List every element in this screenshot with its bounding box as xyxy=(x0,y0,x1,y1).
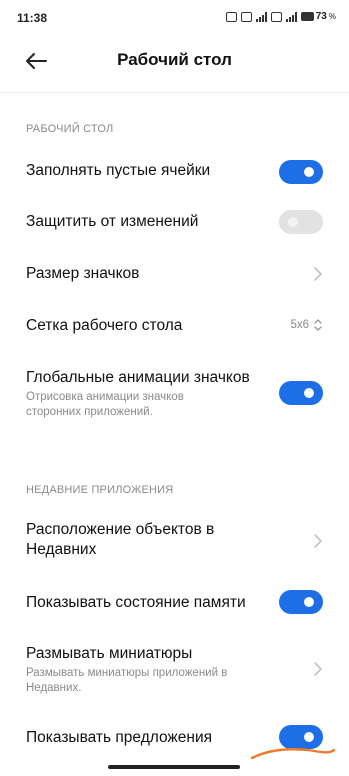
setting-show-memory[interactable]: Показывать состояние памяти xyxy=(0,580,349,626)
setting-title: Глобальные анимации значков xyxy=(26,369,250,386)
grid-select[interactable]: 5x6 xyxy=(290,318,323,332)
show-memory-toggle[interactable] xyxy=(279,590,323,614)
home-indicator[interactable] xyxy=(108,765,240,769)
section-label-desktop: РАБОЧИЙ СТОЛ xyxy=(26,123,114,135)
setting-title: Сетка рабочего стола xyxy=(26,317,183,334)
setting-title: Размер значков xyxy=(26,265,140,282)
setting-subtitle-line1: Размывать миниатюры приложений в xyxy=(26,667,228,679)
setting-title: Показывать состояние памяти xyxy=(26,594,246,611)
chevron-right-icon xyxy=(314,267,322,281)
global-animations-toggle[interactable] xyxy=(279,381,323,405)
toggle-knob xyxy=(304,732,314,742)
sim-icon xyxy=(270,11,282,22)
toggle-knob xyxy=(288,217,298,227)
notification-icon xyxy=(225,11,237,22)
fill-empty-cells-toggle[interactable] xyxy=(279,160,323,184)
battery-percent: 73 xyxy=(315,11,327,22)
status-bar: 11:38 73% xyxy=(0,0,349,34)
setting-title: Заполнять пустые ячейки xyxy=(26,162,211,179)
grid-value: 5x6 xyxy=(290,319,309,331)
chevron-right-icon xyxy=(314,662,322,676)
toggle-knob xyxy=(304,597,314,607)
setting-protect-changes[interactable]: Защитить от изменений xyxy=(0,200,349,246)
chevron-right-icon xyxy=(314,534,322,548)
up-down-chevron-icon xyxy=(314,319,322,331)
setting-title: Показывать предложения xyxy=(26,729,212,746)
battery-indicator: 73% xyxy=(300,11,336,22)
battery-unit: % xyxy=(328,12,336,21)
setting-recents-layout[interactable]: Расположение объектов в Недавних xyxy=(0,515,349,567)
setting-subtitle-line1: Отрисовка анимации значков xyxy=(26,391,184,403)
app-header: Рабочий стол xyxy=(0,34,349,90)
setting-subtitle-line2: Недавних. xyxy=(26,682,82,694)
annotation-scribble xyxy=(250,748,336,760)
setting-global-icon-animations[interactable]: Глобальные анимации значков Отрисовка ан… xyxy=(0,362,349,426)
section-label-recents: НЕДАВНИЕ ПРИЛОЖЕНИЯ xyxy=(26,484,174,496)
battery-icon xyxy=(300,12,314,21)
status-icons: 73% xyxy=(225,11,336,22)
setting-icon-size[interactable]: Размер значков xyxy=(0,252,349,298)
header-divider xyxy=(0,92,349,93)
signal-4g-icon xyxy=(285,11,297,22)
status-time: 11:38 xyxy=(17,11,48,25)
page-title: Рабочий стол xyxy=(117,50,232,69)
setting-subtitle-line2: сторонних приложений. xyxy=(26,406,153,418)
setting-desktop-grid[interactable]: Сетка рабочего стола 5x6 xyxy=(0,304,349,350)
setting-title-line2: Недавних xyxy=(26,541,97,558)
setting-title: Размывать миниатюры xyxy=(26,645,193,662)
toggle-knob xyxy=(304,388,314,398)
protect-changes-toggle[interactable] xyxy=(279,210,323,234)
notification-icon-2 xyxy=(240,11,252,22)
signal-icon xyxy=(255,11,267,22)
setting-blur-thumbnails[interactable]: Размывать миниатюры Размывать миниатюры … xyxy=(0,640,349,702)
toggle-knob xyxy=(304,167,314,177)
setting-title-line1: Расположение объектов в xyxy=(26,521,215,538)
setting-title: Защитить от изменений xyxy=(26,213,199,230)
setting-fill-empty-cells[interactable]: Заполнять пустые ячейки xyxy=(0,148,349,194)
